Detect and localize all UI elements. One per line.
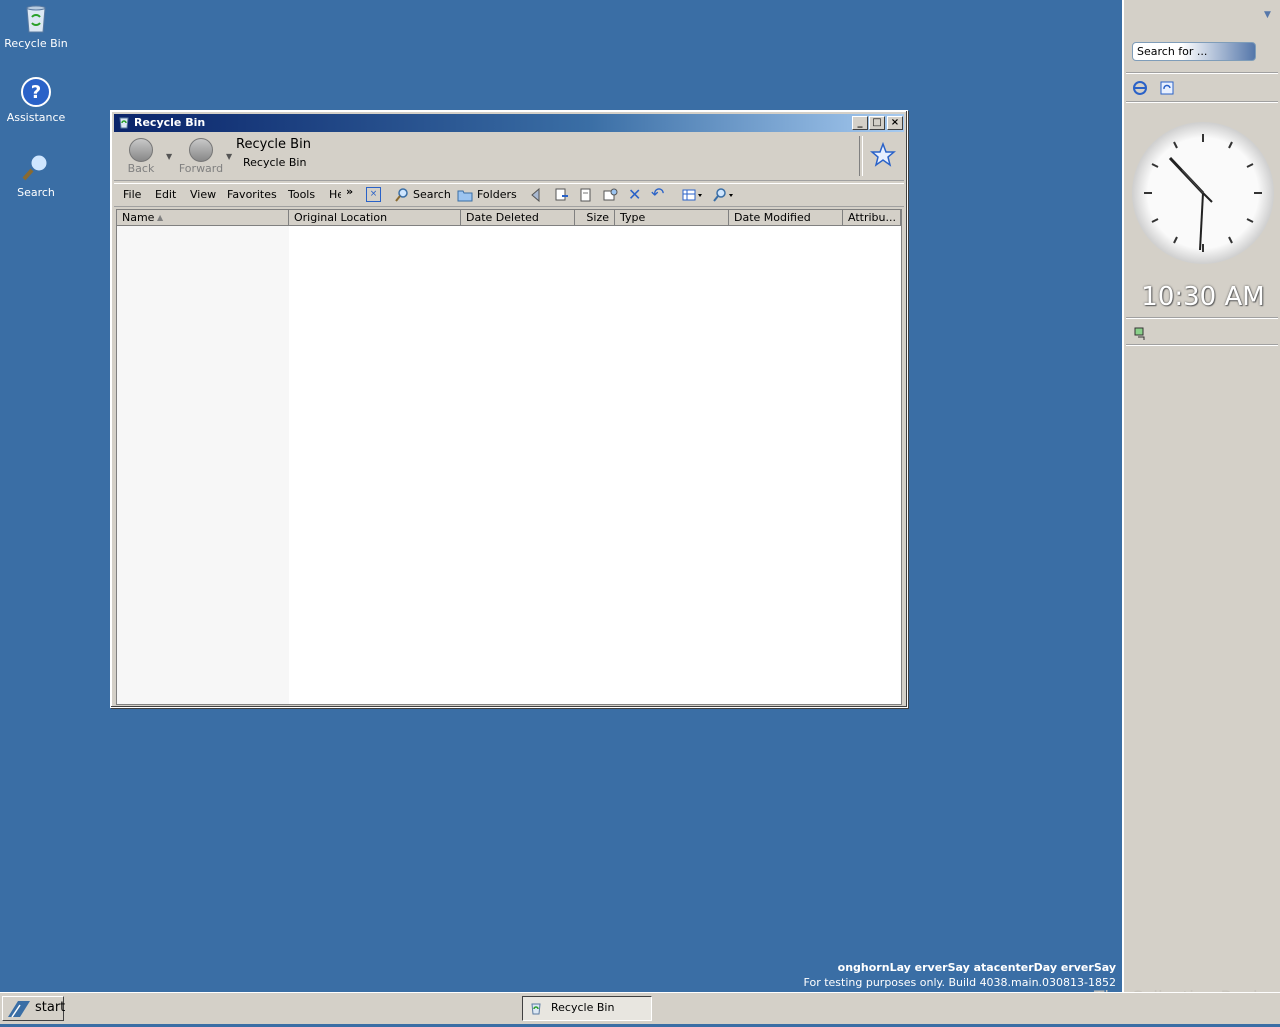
location-breadcrumb[interactable]: Recycle Bin bbox=[243, 156, 306, 169]
taskbar-item-label: Recycle Bin bbox=[551, 1001, 615, 1014]
separator bbox=[859, 136, 863, 176]
network-icon[interactable] bbox=[1132, 325, 1148, 344]
desktop-icon-label: Assistance bbox=[6, 111, 66, 124]
back-button[interactable]: Back bbox=[116, 136, 166, 175]
sidebar-search-input[interactable]: Search for ... bbox=[1132, 42, 1256, 61]
back-arrow-icon bbox=[129, 138, 153, 162]
sidebar-divider bbox=[1126, 101, 1278, 103]
recycle-bin-icon bbox=[20, 2, 52, 34]
copy-to-icon[interactable] bbox=[554, 187, 570, 206]
undo-icon[interactable]: ↶ bbox=[651, 184, 664, 203]
desktop-icon-assistance[interactable]: ? Assistance bbox=[0, 76, 72, 124]
back-dropdown-icon[interactable]: ▼ bbox=[166, 152, 172, 161]
name-column-highlight bbox=[117, 226, 289, 704]
sidebar: ▼ Search for ... 10:30 AM bbox=[1122, 0, 1280, 992]
close-pane-icon[interactable]: × bbox=[366, 187, 381, 202]
minimize-button[interactable]: _ bbox=[852, 116, 868, 130]
column-header-size[interactable]: Size bbox=[575, 210, 615, 226]
svg-text:?: ? bbox=[31, 82, 41, 103]
menu-favorites[interactable]: Favorites bbox=[227, 188, 277, 201]
sidebar-divider bbox=[1126, 72, 1278, 74]
forward-dropdown-icon[interactable]: ▼ bbox=[226, 152, 232, 161]
delete-icon[interactable]: ✕ bbox=[628, 185, 641, 204]
column-header-date-deleted[interactable]: Date Deleted bbox=[461, 210, 575, 226]
share-icon[interactable] bbox=[602, 187, 618, 206]
menu-tools[interactable]: Tools bbox=[288, 188, 315, 201]
desktop-icon-label: Recycle Bin bbox=[4, 37, 68, 50]
column-header-original-location[interactable]: Original Location bbox=[289, 210, 461, 226]
analog-clock bbox=[1132, 122, 1274, 264]
forward-arrow-icon bbox=[189, 138, 213, 162]
location-title: Recycle Bin bbox=[236, 137, 311, 152]
filter-search-icon[interactable] bbox=[712, 187, 738, 206]
browser-icon[interactable] bbox=[1132, 80, 1148, 99]
sidebar-menu-dropdown-icon[interactable]: ▼ bbox=[1264, 10, 1271, 20]
favorites-star-icon[interactable] bbox=[869, 141, 897, 171]
sidebar-divider bbox=[1126, 344, 1278, 346]
windows-logo-icon bbox=[6, 999, 32, 1027]
move-to-icon[interactable] bbox=[530, 187, 546, 206]
window-title: Recycle Bin bbox=[134, 116, 206, 129]
menu-file[interactable]: File bbox=[123, 188, 141, 201]
magnifier-icon bbox=[20, 151, 52, 183]
desktop-icon-search[interactable]: Search bbox=[0, 151, 72, 199]
help-icon: ? bbox=[20, 76, 52, 108]
recycle-bin-icon bbox=[529, 1001, 543, 1023]
digital-clock-time: 10:30 AM bbox=[1141, 282, 1265, 312]
search-button[interactable]: Search bbox=[413, 188, 451, 201]
close-button[interactable]: × bbox=[887, 116, 903, 130]
maximize-button[interactable]: □ bbox=[869, 116, 885, 130]
properties-icon[interactable] bbox=[578, 187, 594, 206]
sort-ascending-icon: ▲ bbox=[157, 213, 164, 222]
refresh-icon[interactable] bbox=[1159, 80, 1175, 99]
title-bar[interactable]: Recycle Bin _ □ × bbox=[114, 114, 904, 132]
menu-help[interactable]: He bbox=[329, 188, 341, 201]
views-icon[interactable] bbox=[682, 187, 706, 206]
menu-view[interactable]: View bbox=[190, 188, 216, 201]
start-label: start bbox=[35, 1000, 66, 1015]
folders-button[interactable]: Folders bbox=[477, 188, 517, 201]
column-header-type[interactable]: Type bbox=[615, 210, 729, 226]
watermark-line-1: onghornLay erverSay atacenterDay erverSa… bbox=[837, 961, 1116, 974]
column-header-name[interactable]: Name ▲ bbox=[117, 210, 289, 226]
start-button[interactable]: start bbox=[2, 996, 66, 1021]
file-list[interactable]: Name ▲ Original Location Date Deleted Siz… bbox=[116, 209, 902, 705]
forward-button[interactable]: Forward bbox=[176, 136, 226, 175]
column-header-date-modified[interactable]: Date Modified bbox=[729, 210, 843, 226]
sidebar-divider bbox=[1126, 317, 1278, 319]
desktop-icon-recycle-bin[interactable]: Recycle Bin bbox=[0, 2, 72, 50]
menu-edit[interactable]: Edit bbox=[155, 188, 176, 201]
taskbar-item-recycle-bin[interactable]: Recycle Bin bbox=[522, 996, 652, 1021]
desktop-icon-label: Search bbox=[17, 186, 55, 199]
recycle-bin-window: Recycle Bin _ □ × Back ▼ Forward ▼ Recyc… bbox=[110, 110, 908, 708]
search-icon[interactable] bbox=[394, 187, 410, 206]
column-header-attributes[interactable]: Attribu... bbox=[843, 210, 901, 226]
navigation-bar: Back ▼ Forward ▼ Recycle Bin Recycle Bin bbox=[114, 134, 904, 181]
menu-overflow-chevron[interactable]: » bbox=[346, 185, 353, 198]
taskbar: start Recycle Bin bbox=[0, 992, 1280, 1024]
menu-bar: File Edit View Favorites Tools He » × Se… bbox=[114, 183, 904, 207]
folders-icon[interactable] bbox=[457, 187, 473, 206]
recycle-bin-icon bbox=[117, 115, 131, 132]
